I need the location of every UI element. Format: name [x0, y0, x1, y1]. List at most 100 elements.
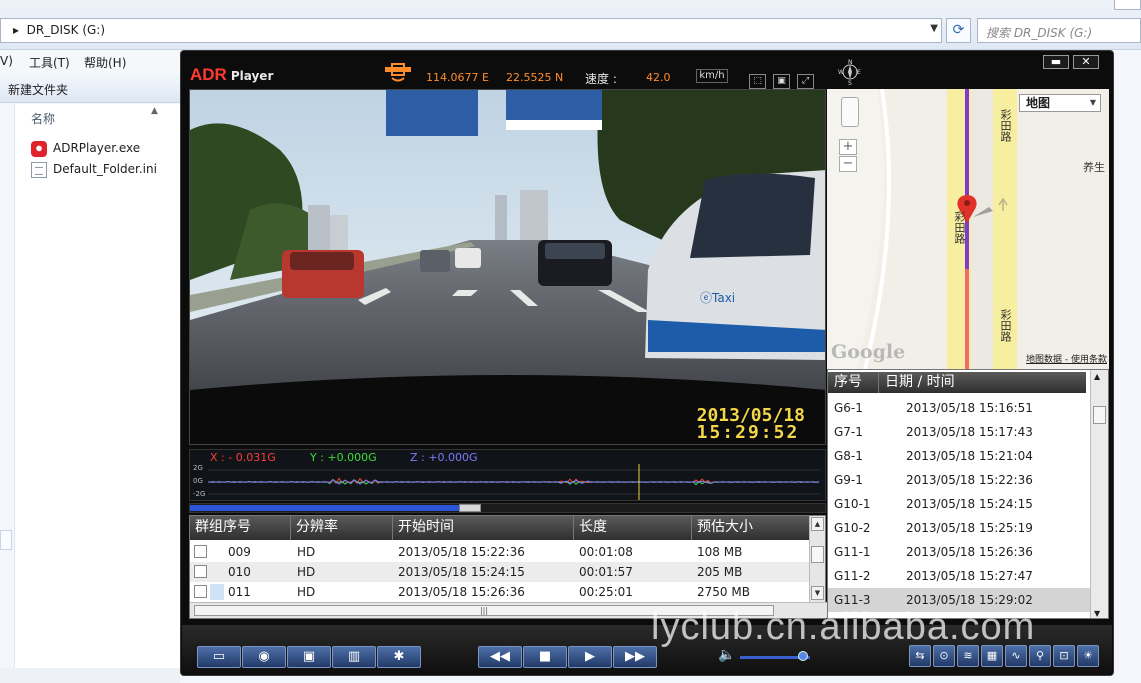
gsensor-z-label: Z : +0.000G: [410, 451, 478, 464]
road-label: 彩田路: [999, 109, 1012, 142]
zoom-out-button[interactable]: −: [839, 156, 857, 172]
table-vertical-scrollbar[interactable]: ▲ ▼: [809, 516, 825, 602]
view-single-button[interactable]: ⬚: [749, 74, 766, 89]
ini-file-icon: [31, 162, 47, 178]
map-terms-link[interactable]: 地图数据 - 使用条款: [1026, 352, 1107, 365]
zoom-in-button[interactable]: +: [839, 139, 857, 155]
event-row[interactable]: G11-3 2013/05/18 15:29:02: [828, 588, 1090, 612]
search-icon[interactable]: ⚲: [1029, 645, 1051, 667]
waveform-icon[interactable]: ∿: [1005, 645, 1027, 667]
event-list-scrollbar[interactable]: ▲ ▼: [1090, 370, 1108, 618]
table-row[interactable]: 010 HD 2013/05/18 15:24:15 00:01:57 205 …: [190, 562, 810, 582]
open-folder-button[interactable]: ▭: [197, 646, 241, 668]
view-fullscreen-button[interactable]: ⤢: [797, 74, 814, 89]
speed-unit-badge: km/h: [696, 69, 728, 83]
brightness-icon[interactable]: ☀: [1077, 645, 1099, 667]
event-row[interactable]: G9-1 2013/05/18 15:22:36: [828, 468, 1090, 492]
video-view[interactable]: ⓔTaxi 2013/05/18 15:29:52: [189, 89, 826, 445]
video-timestamp: 2013/05/18 15:29:52: [696, 405, 805, 443]
explorer-status-bar: [0, 668, 180, 683]
fast-forward-button[interactable]: ▶▶: [613, 646, 657, 668]
event-list: 序号 日期 / 时间 G6-1 2013/05/18 15:16:51 G7-1 20…: [827, 369, 1109, 619]
address-field[interactable]: ▸ DR_DISK (G:) ▼: [0, 18, 942, 43]
satellite-icon[interactable]: ⊙: [933, 645, 955, 667]
event-datetime: 2013/05/18 15:17:43: [906, 425, 1033, 439]
scroll-thumb[interactable]: [1093, 406, 1106, 424]
street-view-pegman-icon[interactable]: [841, 97, 859, 127]
speed-label: 速度 :: [585, 72, 617, 86]
save-button[interactable]: ▣: [287, 646, 331, 668]
row-checkbox[interactable]: [194, 585, 207, 598]
event-row[interactable]: G10-2 2013/05/18 15:25:19: [828, 516, 1090, 540]
rewind-button[interactable]: ◀◀: [478, 646, 522, 668]
event-id: G6-1: [834, 401, 863, 415]
event-row[interactable]: G7-1 2013/05/18 15:17:43: [828, 420, 1090, 444]
seek-handle[interactable]: [459, 504, 481, 512]
new-folder-button[interactable]: 新建文件夹: [8, 81, 68, 98]
settings-button[interactable]: ✱: [377, 646, 421, 668]
event-row[interactable]: G11-4 2013/05/18 15:30:14: [828, 612, 1090, 618]
stop-button[interactable]: ■: [523, 646, 567, 668]
screen-output-icon[interactable]: ⇆: [909, 645, 931, 667]
event-datetime: 2013/05/18 15:26:36: [906, 545, 1033, 559]
col-header-index[interactable]: 序号: [828, 372, 878, 393]
map-roads: [827, 89, 1017, 369]
map-type-select[interactable]: 地图 ▼: [1019, 94, 1101, 112]
row-focus-marker: [210, 584, 224, 600]
col-header-group[interactable]: 群组序号: [190, 516, 291, 540]
table-row[interactable]: 009 HD 2013/05/18 15:22:36 00:01:08 108 …: [190, 542, 810, 562]
menu-tools[interactable]: 工具(T): [29, 54, 70, 71]
svg-text:N: N: [848, 59, 853, 66]
event-row[interactable]: G11-2 2013/05/18 15:27:47: [828, 564, 1090, 588]
refresh-button[interactable]: ⟳: [946, 18, 971, 43]
route-icon[interactable]: ≋: [957, 645, 979, 667]
scroll-thumb[interactable]: [811, 546, 824, 563]
menu-view[interactable]: V): [0, 54, 13, 68]
dashcam-frame: ⓔTaxi: [190, 90, 825, 444]
row-checkbox[interactable]: [194, 545, 207, 558]
lock-icon[interactable]: ⊡: [1053, 645, 1075, 667]
event-row[interactable]: G6-1 2013/05/18 15:16:51: [828, 396, 1090, 420]
seek-bar[interactable]: [189, 503, 826, 513]
table-horizontal-scrollbar[interactable]: |||: [190, 602, 827, 618]
app-exe-icon: ⏺: [31, 141, 47, 157]
gsensor-tick: 2G: [193, 464, 203, 472]
map-view[interactable]: + − 地图 ▼ 彩田路 彩田路 彩田路 养生 Google 地图数据 - 使用条…: [827, 89, 1109, 369]
delete-button[interactable]: ▥: [332, 646, 376, 668]
gsensor-traces: [208, 464, 820, 500]
road-label: 彩田路: [953, 211, 966, 244]
scroll-up-button[interactable]: ▲: [811, 517, 824, 531]
col-header-resolution[interactable]: 分辨率: [291, 516, 393, 540]
volume-handle[interactable]: [798, 651, 808, 661]
event-id: G11-3: [834, 593, 871, 607]
speaker-icon[interactable]: 🔈: [718, 647, 735, 663]
view-split-button[interactable]: ▣: [773, 74, 790, 89]
event-datetime: 2013/05/18 15:27:47: [906, 569, 1033, 583]
row-checkbox[interactable]: [194, 565, 207, 578]
place-label: 养生: [1083, 161, 1105, 174]
compass-icon: N S W E: [838, 59, 861, 85]
search-input[interactable]: 搜索 DR_DISK (G:): [977, 18, 1141, 43]
hscroll-thumb[interactable]: |||: [194, 605, 774, 616]
col-header-datetime[interactable]: 日期 / 时间: [878, 372, 1086, 393]
snapshot-button[interactable]: ◉: [242, 646, 286, 668]
event-row[interactable]: G8-1 2013/05/18 15:21:04: [828, 444, 1090, 468]
minimize-button[interactable]: ▬: [1043, 55, 1069, 69]
table-row[interactable]: 011 HD 2013/05/18 15:26:36 00:25:01 2750…: [190, 582, 810, 602]
menu-help[interactable]: 帮助(H): [84, 54, 126, 71]
breadcrumb[interactable]: ▸ DR_DISK (G:): [13, 23, 105, 37]
scroll-down-button[interactable]: ▼: [1094, 609, 1100, 618]
event-row[interactable]: G11-1 2013/05/18 15:26:36: [828, 540, 1090, 564]
scroll-down-button[interactable]: ▼: [811, 586, 824, 600]
close-button[interactable]: ✕: [1073, 55, 1099, 69]
map-icon[interactable]: ▦: [981, 645, 1003, 667]
column-header-name[interactable]: 名称: [31, 110, 55, 127]
scroll-up-button[interactable]: ▲: [1094, 372, 1100, 381]
col-header-start[interactable]: 开始时间: [393, 516, 574, 540]
col-header-length[interactable]: 长度: [574, 516, 692, 540]
gps-satellite-icon: [385, 63, 411, 82]
play-button[interactable]: ▶: [568, 646, 612, 668]
chevron-down-icon[interactable]: ▼: [930, 23, 938, 34]
event-row[interactable]: G10-1 2013/05/18 15:24:15: [828, 492, 1090, 516]
col-header-size[interactable]: 预估大小: [692, 516, 810, 540]
